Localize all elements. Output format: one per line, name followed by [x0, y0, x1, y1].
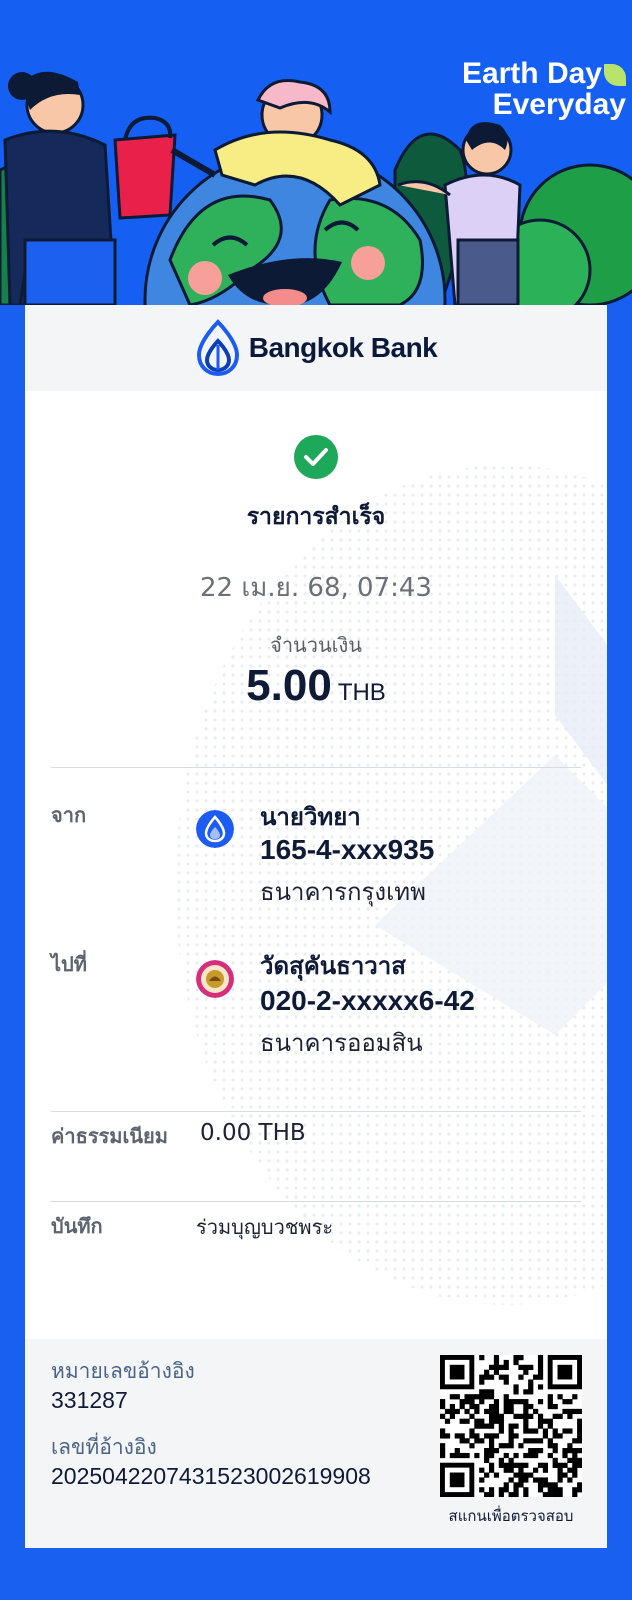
bank-name: Bangkok Bank	[248, 332, 438, 363]
amount-label: จำนวนเงิน	[270, 633, 362, 657]
transaction-reference-value: 2025042207431523002619908	[51, 1463, 371, 1489]
divider	[51, 1111, 581, 1112]
to-bank-name: ธนาคารออมสิน	[260, 1029, 423, 1057]
from-bank-name: ธนาคารกรุงเทพ	[260, 878, 426, 906]
divider	[51, 767, 581, 768]
earth-day-slogan: Earth Day Everyday	[462, 58, 626, 120]
to-account-name: วัดสุคันธาวาส	[260, 952, 406, 980]
status-text: รายการสำเร็จ	[246, 504, 386, 530]
note-value: ร่วมบุญบวชพระ	[196, 1215, 334, 1239]
transfer-receipt-card: Bangkok Bank รายการสำเร็จ 22 เม.ย. 68, 0…	[25, 305, 607, 1548]
bangkok-bank-account-icon	[196, 810, 234, 848]
transaction-datetime: 22 เม.ย. 68, 07:43	[200, 573, 432, 603]
receipt-footer: หมายเลขอ้างอิง 331287 เลขที่อ้างอิง 2025…	[25, 1339, 607, 1548]
earth-day-line2: Everyday	[492, 88, 626, 121]
check-circle-icon	[294, 435, 338, 479]
bank-logo: Bangkok Bank	[195, 319, 438, 377]
transaction-reference-label: เลขที่อ้างอิง	[51, 1435, 157, 1459]
amount-value: 5.00	[246, 661, 332, 710]
qr-caption: สแกนเพื่อตรวจสอบ	[448, 1507, 574, 1525]
leaf-icon	[604, 64, 626, 87]
to-label: ไปที่	[51, 952, 87, 976]
fee-label: ค่าธรรมเนียม	[51, 1124, 168, 1148]
divider	[51, 1201, 581, 1202]
qr-code-icon	[440, 1355, 583, 1498]
from-account-name: นายวิทยา	[260, 803, 361, 831]
temple-emblem-icon	[196, 960, 234, 998]
note-label: บันทึก	[51, 1214, 103, 1238]
bangkok-bank-logo-icon	[196, 319, 239, 377]
reference-number-label: หมายเลขอ้างอิง	[51, 1359, 195, 1383]
fee-value: 0.00 THB	[200, 1120, 306, 1146]
verification-qr-code[interactable]	[440, 1355, 583, 1498]
receipt-header: Bangkok Bank	[25, 305, 607, 391]
to-account-number: 020-2-xxxxx6-42	[260, 985, 475, 1016]
amount: 5.00 THB	[25, 661, 607, 711]
earth-day-illustration	[0, 71, 632, 305]
earth-day-line1: Earth Day	[461, 57, 602, 90]
reference-number-value: 331287	[51, 1387, 128, 1413]
amount-currency: THB	[337, 679, 386, 706]
from-account-number: 165-4-xxx935	[260, 834, 435, 865]
earth-day-banner: Earth Day Everyday	[0, 0, 632, 305]
from-label: จาก	[51, 803, 87, 827]
